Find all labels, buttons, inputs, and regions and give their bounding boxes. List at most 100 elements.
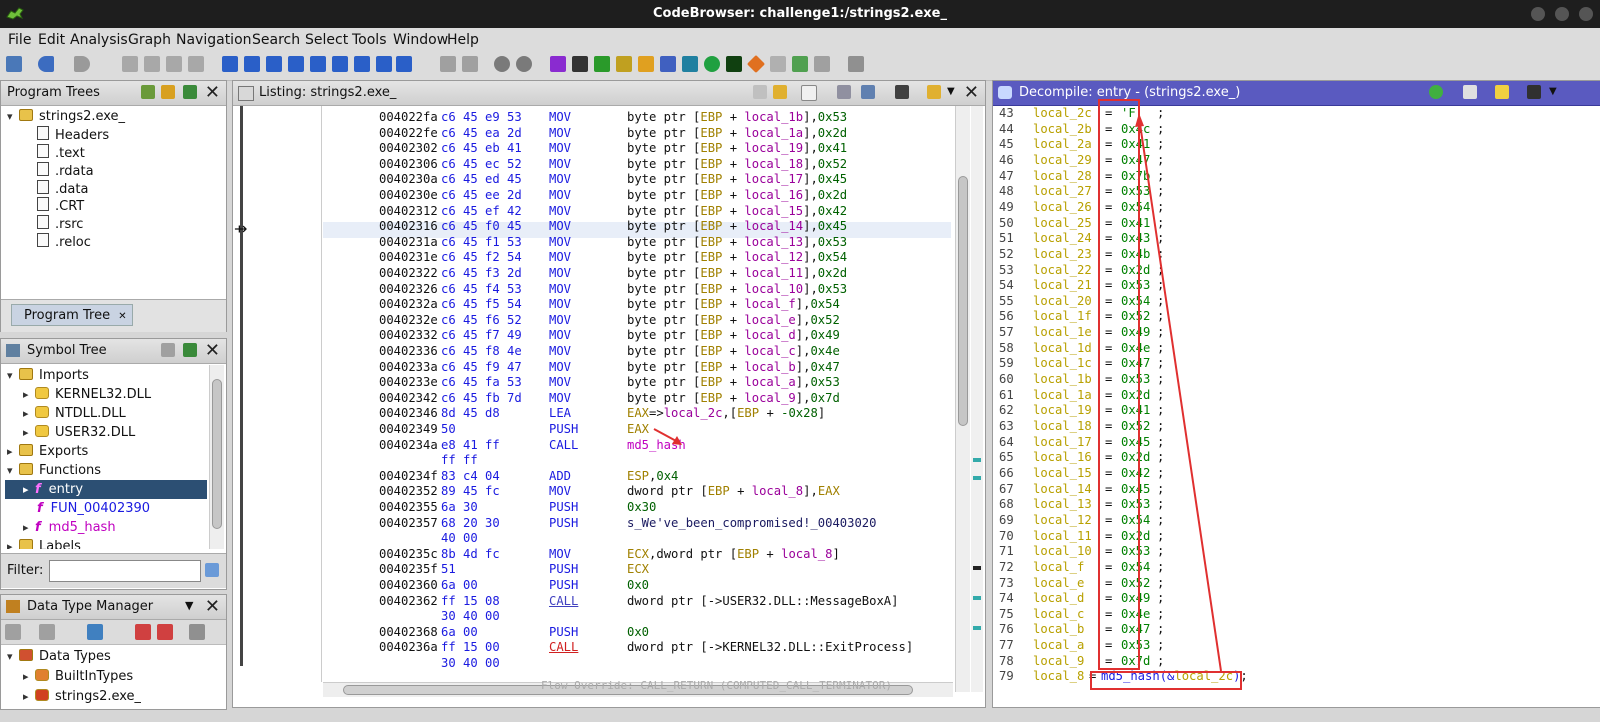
row-mnemonic[interactable]: MOV	[549, 328, 571, 344]
row-address[interactable]: 00402332	[379, 328, 438, 344]
run-icon[interactable]	[704, 56, 720, 72]
menu-search[interactable]: Search	[252, 32, 300, 48]
maximize-button[interactable]	[1555, 7, 1569, 21]
symbol-function-fun[interactable]: f FUN_00402390	[37, 499, 150, 518]
row-operand[interactable]: dword ptr [->USER32.DLL::MessageBoxA]	[627, 594, 899, 610]
next-instruction-not-function-icon[interactable]	[332, 56, 348, 72]
row-operand[interactable]: ECX,dword ptr [EBP + local_8]	[627, 547, 840, 563]
row-operand[interactable]: byte ptr [EBP + local_19],0x41	[627, 141, 847, 157]
decompile-variable[interactable]: local_20	[1033, 294, 1092, 310]
decompile-value[interactable]: 0x4e	[1121, 341, 1150, 357]
filter-pointers-icon[interactable]	[157, 624, 173, 640]
row-operand[interactable]: byte ptr [EBP + local_e],0x52	[627, 313, 840, 329]
row-address[interactable]: 0040235f	[379, 562, 438, 578]
row-mnemonic[interactable]: MOV	[549, 313, 571, 329]
chevron-down-icon[interactable]: ▼	[1549, 86, 1557, 97]
next-instruction-icon[interactable]	[222, 56, 238, 72]
decompile-variable[interactable]: local_2b	[1033, 122, 1092, 138]
decompile-value[interactable]: 0x41	[1121, 216, 1150, 232]
decompile-variable[interactable]: local_11	[1033, 529, 1092, 545]
decompile-line[interactable]: 57 local_1e = 0x49;	[993, 325, 1164, 341]
row-operand[interactable]: 0x30	[627, 500, 656, 516]
decompile-variable[interactable]: local_23	[1033, 247, 1092, 263]
tree-item-rdata[interactable]: .rdata	[37, 162, 94, 181]
tree-item-crt[interactable]: .CRT	[37, 197, 84, 216]
row-address[interactable]: 00402306	[379, 157, 438, 173]
decompile-line[interactable]: 76 local_b = 0x47;	[993, 622, 1164, 638]
row-address[interactable]: 0040234a	[379, 438, 438, 454]
decompile-value[interactable]: 0x53	[1121, 278, 1150, 294]
row-operand[interactable]: EAX	[627, 422, 649, 438]
decompile-variable[interactable]: local_12	[1033, 513, 1092, 529]
row-address[interactable]: 00402346	[379, 406, 438, 422]
listing-body[interactable]: 004022fa c6 45 e9 53 MOV byte ptr [EBP + lo…	[323, 106, 951, 682]
decompile-line[interactable]: 48 local_27 = 0x53;	[993, 184, 1164, 200]
menu-edit[interactable]: Edit	[38, 32, 65, 48]
decompile-variable[interactable]: local_16	[1033, 450, 1092, 466]
back-arrow-icon[interactable]	[5, 624, 21, 640]
diff-icon[interactable]	[861, 85, 875, 99]
symbol-exports[interactable]: ▸ Exports	[7, 442, 88, 461]
refresh-icon[interactable]	[1429, 85, 1443, 99]
decompile-line[interactable]: 44 local_2b = 0x4c;	[993, 122, 1164, 138]
decompile-line[interactable]: 43 local_2c = 'F';	[993, 106, 1164, 122]
snapshot-icon[interactable]	[895, 85, 909, 99]
chevron-right-icon[interactable]: ▸	[23, 667, 35, 686]
collapse-icon[interactable]	[189, 624, 205, 640]
decompile-variable[interactable]: local_a	[1033, 638, 1084, 654]
decompile-line[interactable]: 59 local_1c = 0x47;	[993, 356, 1164, 372]
decompile-value[interactable]: 0x53	[1121, 184, 1150, 200]
row-address[interactable]: 0040236a	[379, 640, 438, 656]
menu-help[interactable]: Help	[447, 32, 479, 48]
row-operand[interactable]: byte ptr [EBP + local_f],0x54	[627, 297, 840, 313]
row-mnemonic[interactable]: LEA	[549, 406, 571, 422]
decompile-value[interactable]: 0x52	[1121, 309, 1150, 325]
row-mnemonic[interactable]: MOV	[549, 344, 571, 360]
checkmark-icon[interactable]	[550, 56, 566, 72]
close-icon[interactable]: ✕	[205, 82, 220, 103]
symbol-function-entry[interactable]: ▸ f entry	[5, 480, 207, 499]
close-icon[interactable]: ✕	[205, 596, 220, 617]
row-address[interactable]: 0040230a	[379, 172, 438, 188]
row-mnemonic[interactable]: MOV	[549, 360, 571, 376]
decompile-line[interactable]: 67 local_14 = 0x45;	[993, 482, 1164, 498]
row-mnemonic[interactable]: PUSH	[549, 422, 578, 438]
symbol-scrollbar[interactable]	[209, 365, 224, 549]
row-operand[interactable]: byte ptr [EBP + local_1a],0x2d	[627, 126, 847, 142]
row-operand[interactable]: dword ptr [->KERNEL32.DLL::ExitProcess]	[627, 640, 913, 656]
menu-window[interactable]: Window	[393, 32, 448, 48]
row-address[interactable]: 00402349	[379, 422, 438, 438]
row-operand[interactable]: byte ptr [EBP + local_11],0x2d	[627, 266, 847, 282]
help-icon[interactable]	[572, 56, 588, 72]
nav-icon-1[interactable]	[122, 56, 138, 72]
row-mnemonic[interactable]: CALL	[549, 594, 578, 610]
chevron-down-icon[interactable]: ▾	[7, 107, 19, 126]
menu-navigation[interactable]: Navigation	[176, 32, 252, 48]
next-data-icon[interactable]	[244, 56, 260, 72]
row-operand[interactable]: ESP,0x4	[627, 469, 678, 485]
new-tree-icon[interactable]	[141, 85, 155, 99]
decompile-value[interactable]: 0x7b	[1121, 169, 1150, 185]
minimize-button[interactable]	[1531, 7, 1545, 21]
graph-icon[interactable]	[682, 56, 698, 72]
redo-icon[interactable]	[516, 56, 532, 72]
row-address[interactable]: 0040230e	[379, 188, 438, 204]
decompile-line[interactable]: 70 local_11 = 0x2d;	[993, 529, 1164, 545]
copy-icon[interactable]	[1463, 85, 1477, 99]
row-address[interactable]: 0040231a	[379, 235, 438, 251]
tree-root[interactable]: ▾ strings2.exe_	[7, 107, 125, 126]
decompile-line-md5-call[interactable]: 79 local_8 = md5_hash(&local_2c);	[993, 669, 1248, 685]
chevron-right-icon[interactable]: ▸	[23, 423, 35, 442]
row-mnemonic[interactable]: MOV	[549, 141, 571, 157]
row-operand[interactable]: byte ptr [EBP + local_a],0x53	[627, 375, 840, 391]
decompile-line[interactable]: 45 local_2a = 0x41;	[993, 137, 1164, 153]
symbol-dll-ntdll[interactable]: ▸ NTDLL.DLL	[23, 404, 126, 423]
decompile-variable[interactable]: local_1a	[1033, 388, 1092, 404]
row-operand[interactable]: byte ptr [EBP + local_b],0x47	[627, 360, 840, 376]
memory-icon[interactable]	[792, 56, 808, 72]
decompile-line[interactable]: 47 local_28 = 0x7b;	[993, 169, 1164, 185]
decompile-variable[interactable]: local_27	[1033, 184, 1092, 200]
decompile-variable[interactable]: local_1b	[1033, 372, 1092, 388]
next-undefined-icon[interactable]	[266, 56, 282, 72]
decompile-value[interactable]: 0x49	[1121, 591, 1150, 607]
